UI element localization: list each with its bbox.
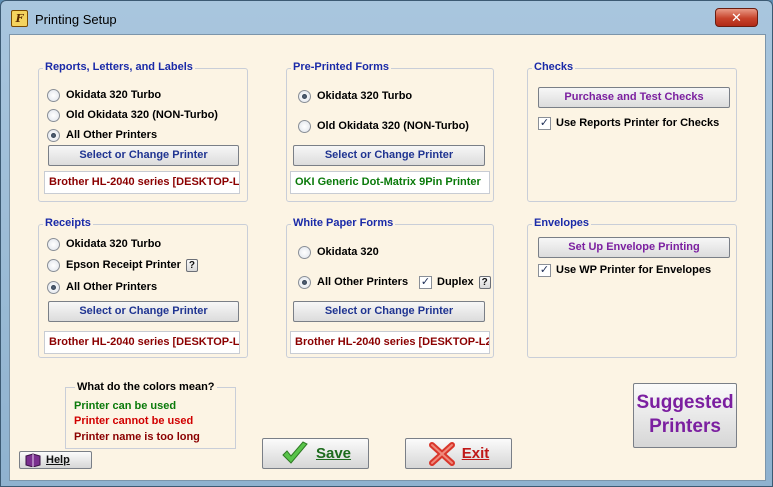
reports-printer-name: Brother HL-2040 series [DESKTOP-L2E — [44, 171, 240, 194]
receipts-option-all-other[interactable]: All Other Printers — [47, 280, 157, 294]
suggested-line-1: Suggested — [636, 392, 734, 413]
checkbox-label: Use Reports Printer for Checks — [556, 117, 720, 129]
legend-not-usable: Printer cannot be used — [74, 415, 194, 427]
option-label: Okidata 320 Turbo — [317, 90, 413, 102]
preprinted-option-oki-turbo[interactable]: Okidata 320 Turbo — [298, 89, 412, 103]
radio-icon[interactable] — [298, 245, 311, 259]
app-icon: F — [11, 10, 28, 27]
legend-too-long: Printer name is too long — [74, 431, 200, 443]
book-icon — [25, 453, 41, 467]
save-button[interactable]: Save — [262, 438, 369, 469]
duplex-label: Duplex — [437, 276, 474, 288]
radio-selected-icon[interactable] — [298, 89, 311, 103]
purchase-test-checks-button[interactable]: Purchase and Test Checks — [538, 87, 730, 108]
checkbox-checked-icon[interactable]: ✓ — [419, 275, 432, 289]
checks-group: Checks Purchase and Test Checks ✓ Use Re… — [527, 61, 737, 202]
radio-icon[interactable] — [47, 108, 60, 122]
whitepaper-printer-name: Brother HL-2040 series [DESKTOP-L2E — [290, 331, 490, 354]
whitepaper-option-all-other[interactable]: All Other Printers — [298, 275, 408, 289]
whitepaper-group: White Paper Forms Okidata 320 All Other … — [286, 217, 494, 358]
suggested-printers-button[interactable]: Suggested Printers — [633, 383, 737, 448]
checkbox-checked-icon[interactable]: ✓ — [538, 116, 551, 130]
use-wp-printer-checkbox-row[interactable]: ✓ Use WP Printer for Envelopes — [538, 263, 711, 277]
receipts-select-printer-button[interactable]: Select or Change Printer — [48, 301, 239, 322]
legend-usable: Printer can be used — [74, 400, 177, 412]
duplex-help-icon[interactable]: ? — [478, 275, 491, 289]
radio-icon[interactable] — [47, 258, 60, 272]
radio-selected-icon[interactable] — [298, 275, 311, 289]
title-bar: F Printing Setup ✕ — [1, 1, 772, 35]
reports-group-label: Reports, Letters, and Labels — [43, 61, 195, 73]
radio-selected-icon[interactable] — [47, 280, 60, 294]
preprinted-printer-name: OKI Generic Dot-Matrix 9Pin Printer — [290, 171, 490, 194]
option-label: All Other Printers — [317, 276, 409, 288]
option-label: Epson Receipt Printer — [66, 259, 181, 271]
whitepaper-option-oki[interactable]: Okidata 320 — [298, 245, 379, 259]
reports-option-oki-turbo[interactable]: Okidata 320 Turbo — [47, 88, 161, 102]
option-label: Old Okidata 320 (NON-Turbo) — [317, 120, 469, 132]
checkbox-label: Use WP Printer for Envelopes — [556, 264, 712, 276]
radio-icon[interactable] — [298, 119, 311, 133]
preprinted-option-oki-nonturbo[interactable]: Old Okidata 320 (NON-Turbo) — [298, 119, 469, 133]
option-label: Okidata 320 Turbo — [66, 238, 162, 250]
exit-button[interactable]: Exit — [405, 438, 512, 469]
exit-label: Exit — [461, 445, 490, 462]
receipts-option-epson[interactable]: Epson Receipt Printer ? — [47, 258, 198, 272]
option-label: Okidata 320 — [317, 246, 379, 258]
epson-help-icon[interactable]: ? — [185, 258, 198, 272]
option-label: Okidata 320 Turbo — [66, 89, 162, 101]
option-label: Old Okidata 320 (NON-Turbo) — [66, 109, 218, 121]
close-button[interactable]: ✕ — [715, 8, 758, 27]
x-icon — [428, 441, 455, 466]
help-button[interactable]: Help — [19, 451, 92, 469]
help-label: Help — [46, 454, 70, 466]
option-label: All Other Printers — [66, 281, 158, 293]
save-label: Save — [315, 445, 352, 462]
color-legend: What do the colors mean? Printer can be … — [65, 381, 236, 449]
color-legend-title: What do the colors mean? — [75, 381, 217, 393]
option-label: All Other Printers — [66, 129, 158, 141]
reports-select-printer-button[interactable]: Select or Change Printer — [48, 145, 239, 166]
radio-selected-icon[interactable] — [47, 128, 60, 142]
receipts-group-label: Receipts — [43, 217, 93, 229]
duplex-checkbox-row[interactable]: ✓ Duplex ? — [419, 275, 491, 289]
use-reports-printer-checkbox-row[interactable]: ✓ Use Reports Printer for Checks — [538, 116, 719, 130]
checkbox-checked-icon[interactable]: ✓ — [538, 263, 551, 277]
whitepaper-select-printer-button[interactable]: Select or Change Printer — [293, 301, 485, 322]
preprinted-select-printer-button[interactable]: Select or Change Printer — [293, 145, 485, 166]
receipts-group: Receipts Okidata 320 Turbo Epson Receipt… — [38, 217, 248, 358]
radio-icon[interactable] — [47, 88, 60, 102]
checks-group-label: Checks — [532, 61, 576, 73]
envelopes-group-label: Envelopes — [532, 217, 592, 229]
dialog-body: Reports, Letters, and Labels Okidata 320… — [9, 34, 766, 481]
radio-icon[interactable] — [47, 237, 60, 251]
window-title: Printing Setup — [35, 12, 117, 27]
suggested-line-2: Printers — [649, 416, 721, 437]
preprinted-group-label: Pre-Printed Forms — [291, 61, 391, 73]
reports-option-oki-nonturbo[interactable]: Old Okidata 320 (NON-Turbo) — [47, 108, 218, 122]
whitepaper-group-label: White Paper Forms — [291, 217, 396, 229]
reports-group: Reports, Letters, and Labels Okidata 320… — [38, 61, 248, 202]
preprinted-group: Pre-Printed Forms Okidata 320 Turbo Old … — [286, 61, 494, 202]
receipts-option-oki-turbo[interactable]: Okidata 320 Turbo — [47, 237, 161, 251]
receipts-printer-name: Brother HL-2040 series [DESKTOP-L2E — [44, 331, 240, 354]
check-icon — [282, 440, 308, 464]
reports-option-all-other[interactable]: All Other Printers — [47, 128, 157, 142]
setup-envelope-printing-button[interactable]: Set Up Envelope Printing — [538, 237, 730, 258]
printing-setup-window: F Printing Setup ✕ Reports, Letters, and… — [0, 0, 773, 487]
envelopes-group: Envelopes Set Up Envelope Printing ✓ Use… — [527, 217, 737, 358]
